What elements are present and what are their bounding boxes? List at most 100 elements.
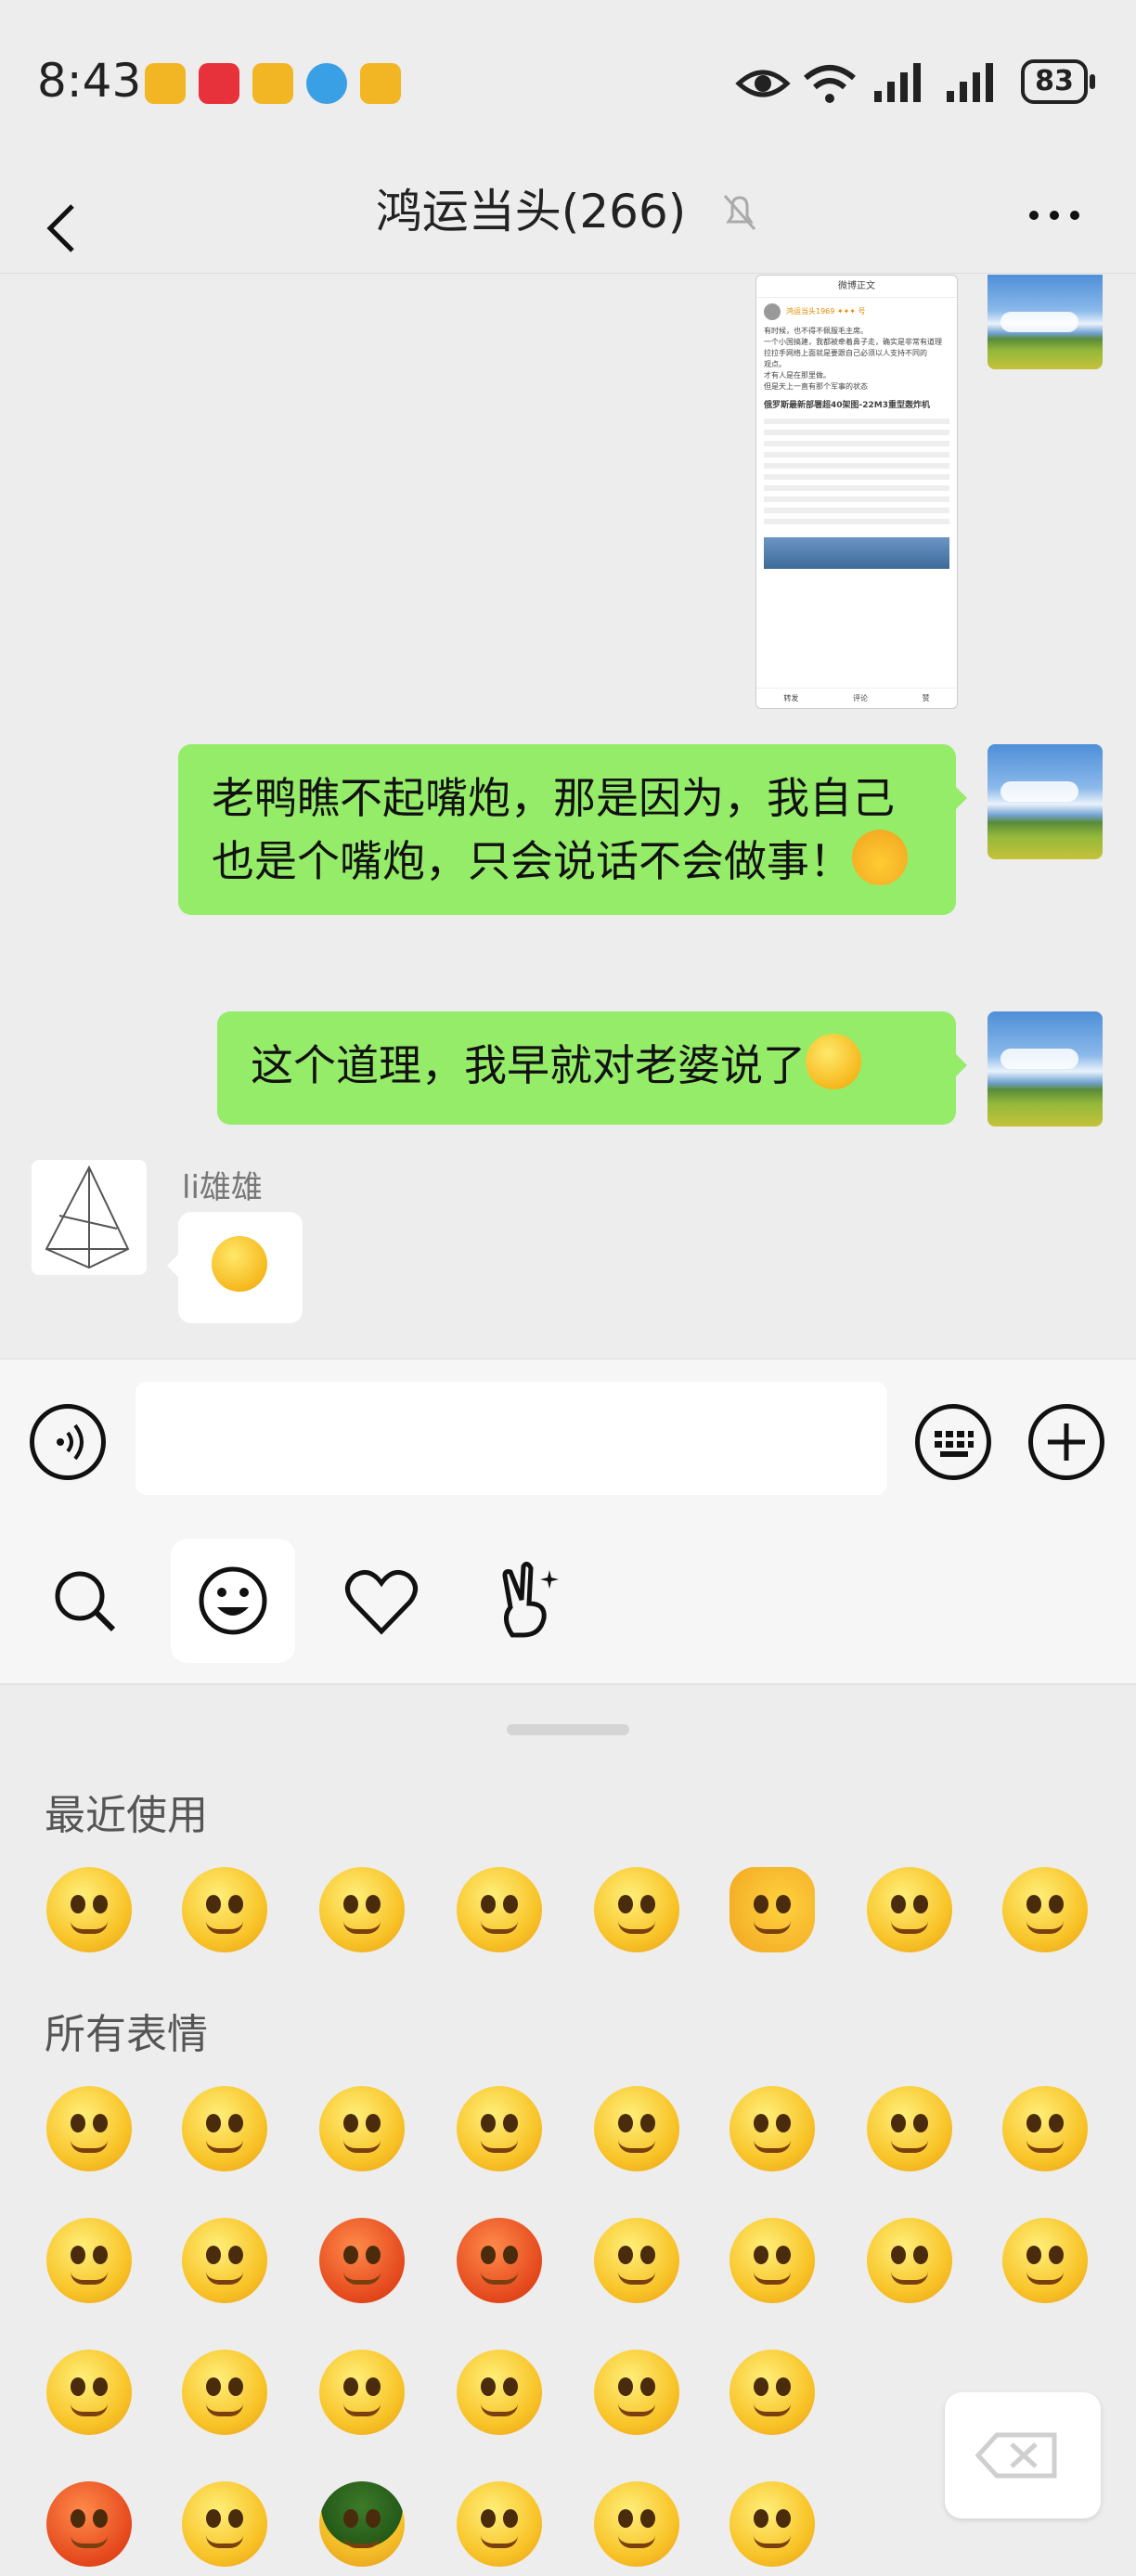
card-line: 观点。 bbox=[764, 360, 786, 368]
emoji-feature bbox=[618, 1921, 655, 1934]
heart-eyes-emoji-icon[interactable] bbox=[319, 2086, 405, 2171]
laugh-cry-emoji-icon[interactable] bbox=[182, 2350, 267, 2435]
card-embedded-title: 俄罗斯最新部署超40架图-22M3重型轰炸机 bbox=[764, 401, 931, 410]
keyboard-toggle-button[interactable] bbox=[915, 1404, 991, 1480]
smirk-emoji-icon[interactable] bbox=[457, 2350, 542, 2435]
emoji-feature bbox=[343, 1895, 358, 1913]
smile-blush-emoji-icon[interactable] bbox=[594, 2350, 679, 2435]
emoji-feature bbox=[206, 1921, 243, 1934]
emoji-feature bbox=[640, 1895, 655, 1913]
card-like: 赞 bbox=[922, 694, 930, 702]
voice-icon bbox=[57, 1423, 84, 1461]
emoji-feature bbox=[481, 2246, 496, 2264]
emoji-feature bbox=[1049, 2114, 1064, 2132]
sick-sweat-emoji-icon[interactable] bbox=[319, 2350, 405, 2435]
tab-stickers[interactable] bbox=[468, 1539, 592, 1663]
crying-emoji-icon[interactable] bbox=[1002, 1867, 1088, 1952]
recent-section-label: 最近使用 bbox=[45, 1792, 208, 1839]
tongue-wink-emoji-icon[interactable] bbox=[594, 2218, 679, 2303]
sunglasses-emoji-icon[interactable] bbox=[594, 2086, 679, 2171]
smile-emoji-icon[interactable] bbox=[46, 2086, 132, 2171]
more-actions-button[interactable] bbox=[1028, 1404, 1104, 1480]
question-emoji-icon[interactable] bbox=[594, 2481, 679, 2567]
thumbs-up-emoji-icon[interactable] bbox=[729, 1867, 815, 1952]
angry-emoji-icon[interactable] bbox=[457, 2218, 542, 2303]
search-icon bbox=[55, 1571, 116, 1632]
screenshot-image-message[interactable]: 微博正文 鸿运当头1969 ✦✦✦ 号 有时候，也不得不佩服毛主席。 一个小国搞… bbox=[755, 275, 958, 709]
angry-sweat-emoji-icon[interactable] bbox=[46, 2481, 132, 2567]
grin-emoji-icon[interactable] bbox=[182, 1867, 267, 1952]
zipped-emoji-icon[interactable] bbox=[1002, 2086, 1088, 2171]
blush-emoji-icon[interactable] bbox=[867, 2086, 952, 2171]
emoji-feature bbox=[503, 2509, 518, 2528]
surprised-emoji-icon[interactable] bbox=[457, 2086, 542, 2171]
emoji-feature bbox=[754, 2403, 791, 2416]
status-time: 8:43 bbox=[37, 54, 142, 108]
worried-emoji-icon[interactable] bbox=[319, 1867, 405, 1952]
weibo-icon bbox=[360, 63, 401, 104]
card-username: 鸿运当头1969 ✦✦✦ 号 bbox=[786, 307, 866, 316]
emoji-feature bbox=[228, 1895, 243, 1913]
emoji-feature bbox=[228, 2377, 243, 2396]
message-input[interactable] bbox=[136, 1382, 887, 1495]
sick-emoji-icon[interactable] bbox=[867, 1867, 952, 1952]
backspace-icon bbox=[975, 2432, 1057, 2479]
message-bubble[interactable]: 这个道理，我早就对老婆说了 bbox=[217, 1011, 967, 1125]
emoji-feature bbox=[206, 2114, 221, 2132]
hmm-emoji-icon[interactable] bbox=[729, 2481, 815, 2567]
smirk-emoji-icon[interactable] bbox=[594, 1867, 679, 1952]
sad-emoji-icon[interactable] bbox=[1002, 2218, 1088, 2303]
emoji-feature bbox=[343, 2509, 358, 2528]
drag-handle[interactable] bbox=[507, 1724, 629, 1735]
emoji-feature bbox=[1026, 1895, 1041, 1913]
weibo-icon bbox=[252, 63, 293, 104]
emoji-feature bbox=[93, 2377, 108, 2396]
shocked-emoji-icon[interactable] bbox=[729, 2350, 815, 2435]
emoji-feature bbox=[913, 2114, 928, 2132]
emoji-feature bbox=[1026, 2246, 1041, 2264]
emoji-feature bbox=[481, 2272, 518, 2285]
grin-emoji-icon[interactable] bbox=[729, 2218, 815, 2303]
message-bubble[interactable]: 老鸭瞧不起嘴炮，那是因为，我自己也是个嘴炮，只会说话不会做事！ bbox=[178, 744, 967, 915]
battery-indicator: 83 bbox=[1021, 59, 1095, 104]
my-avatar[interactable] bbox=[988, 275, 1103, 369]
chat-area[interactable]: 微博正文 鸿运当头1969 ✦✦✦ 号 有时候，也不得不佩服毛主席。 一个小国搞… bbox=[0, 275, 1136, 1359]
emoji-feature bbox=[343, 2377, 358, 2396]
card-text-block bbox=[764, 419, 949, 530]
input-bar bbox=[0, 1359, 1136, 1524]
emoji-feature bbox=[206, 2140, 243, 2153]
tab-emoji[interactable] bbox=[171, 1539, 295, 1663]
crying-emoji-icon[interactable] bbox=[729, 2086, 815, 2171]
sleepy-emoji-icon[interactable] bbox=[46, 2218, 132, 2303]
grin-emoji-icon[interactable] bbox=[182, 2481, 267, 2567]
tears-emoji-icon[interactable] bbox=[182, 2218, 267, 2303]
card-line: 拉拉手网络上面就是要跟自己必须以人支持不同的 bbox=[764, 349, 927, 357]
tab-search[interactable] bbox=[22, 1539, 147, 1663]
sender-avatar[interactable] bbox=[32, 1160, 147, 1275]
emoji-feature bbox=[891, 2114, 906, 2132]
emoji-feature bbox=[71, 2114, 85, 2132]
message-text: 这个道理，我早就对老婆说了 bbox=[251, 1040, 806, 1090]
emoji-feature bbox=[618, 1895, 633, 1913]
pleading-emoji-icon[interactable] bbox=[46, 2350, 132, 2435]
helmet-emoji-icon[interactable] bbox=[319, 2481, 405, 2567]
tongue-emoji-icon[interactable] bbox=[457, 2481, 542, 2567]
bandaged-emoji-icon[interactable] bbox=[867, 2218, 952, 2303]
emoji-feature bbox=[1049, 1895, 1064, 1913]
emoji-feature bbox=[754, 2535, 791, 2548]
voice-input-button[interactable] bbox=[30, 1404, 106, 1480]
tab-favorites[interactable] bbox=[319, 1539, 444, 1663]
emoji-feature bbox=[640, 2377, 655, 2396]
backspace-button[interactable] bbox=[945, 2392, 1101, 2518]
worried-emoji-icon[interactable] bbox=[182, 2086, 267, 2171]
card-avatar bbox=[764, 303, 781, 320]
emoji-feature bbox=[618, 2535, 655, 2548]
praying-hands-emoji-icon[interactable] bbox=[46, 1867, 132, 1952]
my-avatar[interactable] bbox=[988, 744, 1103, 859]
message-bubble[interactable] bbox=[167, 1212, 303, 1323]
red-sweat-emoji-icon[interactable] bbox=[319, 2218, 405, 2303]
emoji-feature bbox=[343, 2403, 381, 2416]
my-avatar[interactable] bbox=[988, 1011, 1103, 1127]
wifi-icon bbox=[804, 65, 856, 103]
pleading-emoji-icon[interactable] bbox=[457, 1867, 542, 1952]
